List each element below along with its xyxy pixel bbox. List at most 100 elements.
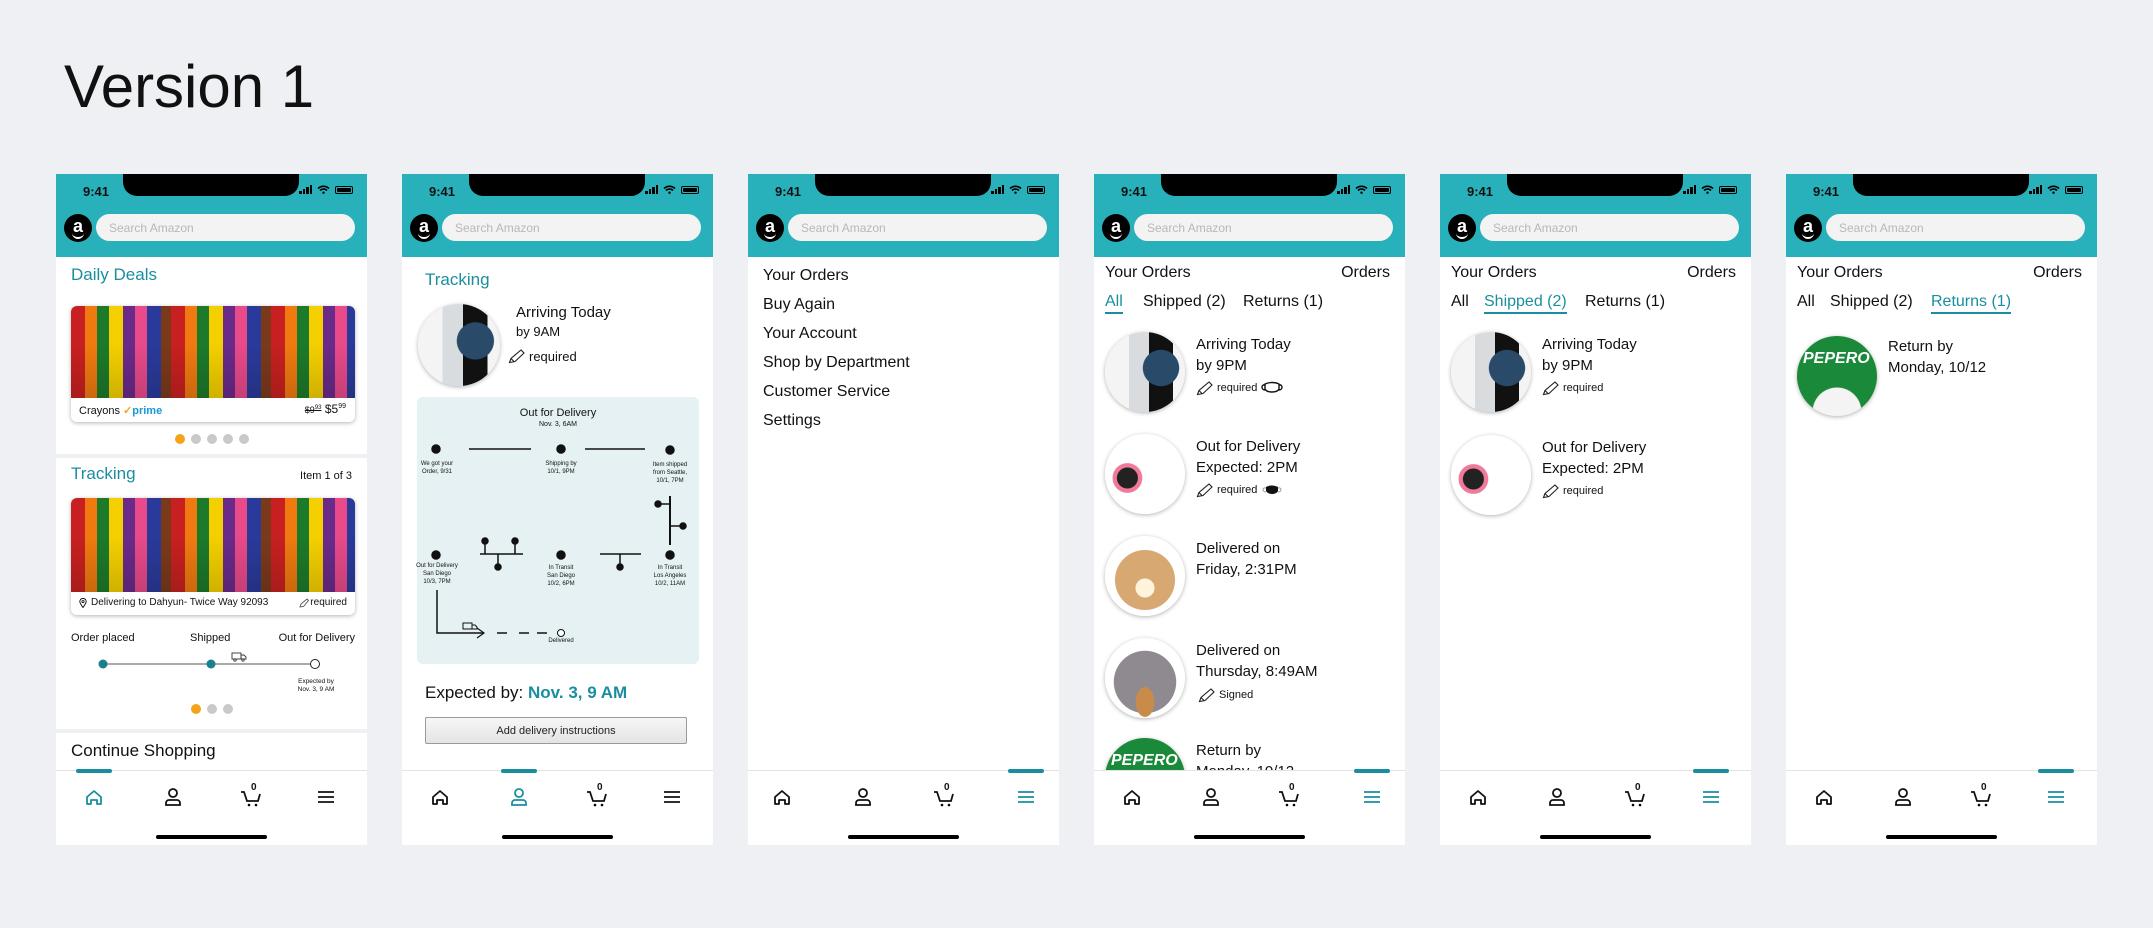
amazon-logo[interactable]: a [1102, 214, 1130, 242]
tab-shipped[interactable]: Shipped (2) [1830, 293, 1913, 311]
nav-home[interactable] [1463, 785, 1493, 809]
nav-menu[interactable] [1357, 785, 1387, 809]
tab-returns[interactable]: Returns (1) [1931, 293, 2012, 314]
status-time: 9:41 [1121, 184, 1148, 199]
search-input[interactable] [788, 214, 1047, 241]
menu-icon [664, 791, 680, 803]
bottom-nav: 0 [748, 769, 1059, 845]
expected-date: Nov. 3, 9 AM [528, 683, 628, 702]
menu-icon [1364, 791, 1380, 803]
search-input[interactable] [1480, 214, 1739, 241]
amazon-logo[interactable]: a [64, 214, 92, 242]
amazon-logo[interactable]: a [1794, 214, 1822, 242]
status-time: 9:41 [1467, 184, 1494, 199]
add-delivery-instructions-button[interactable]: Add delivery instructions [425, 717, 687, 744]
notch [1507, 174, 1683, 196]
tab-returns[interactable]: Returns (1) [1585, 293, 1665, 311]
nav-menu[interactable] [2041, 785, 2071, 809]
daily-deals-title: Daily Deals [71, 265, 157, 284]
nav-cart[interactable]: 0 [1274, 782, 1304, 809]
tracking-carousel-dots[interactable] [190, 704, 233, 714]
order-image [1105, 536, 1185, 616]
notch [123, 174, 299, 196]
tab-all[interactable]: All [1105, 293, 1123, 314]
home-icon [432, 790, 448, 805]
nav-menu[interactable] [1011, 785, 1041, 809]
search-input[interactable] [1134, 214, 1393, 241]
status-icons [1683, 185, 1737, 194]
nav-account[interactable] [504, 785, 534, 809]
tab-shipped[interactable]: Shipped (2) [1143, 293, 1226, 311]
nav-home[interactable] [1117, 785, 1147, 809]
deal-carousel-dots[interactable] [174, 434, 249, 444]
menu-item-shop-by-department[interactable]: Shop by Department [763, 354, 910, 372]
battery-icon [1027, 186, 1045, 194]
deal-card[interactable]: Crayons ✓prime $993 $599 [71, 306, 355, 422]
tab-all[interactable]: All [1797, 293, 1815, 311]
nav-account[interactable] [1888, 785, 1918, 809]
nav-cart[interactable]: 0 [929, 782, 959, 809]
nav-home[interactable] [79, 785, 109, 809]
tab-shipped[interactable]: Shipped (2) [1484, 293, 1567, 314]
orders-link[interactable]: Orders [1687, 264, 1736, 282]
event-label: Out for Delivery San Diego 10/3, 7PM [416, 563, 458, 585]
crayons-image [71, 306, 355, 398]
orders-list[interactable]: Arriving Today by 9PM required Out for De… [1094, 324, 1405, 770]
nav-home[interactable] [425, 785, 455, 809]
tracking-title: Tracking [425, 270, 490, 289]
event-dot [556, 550, 566, 560]
nav-cart[interactable]: 0 [236, 782, 266, 809]
truck-icon [231, 652, 247, 662]
search-input[interactable] [1826, 214, 2085, 241]
nav-menu[interactable] [311, 785, 341, 809]
tracking-card[interactable]: Delivering to Dahyun- Twice Way 92093 re… [71, 498, 355, 615]
app-header: 9:41 a [402, 174, 713, 257]
menu-item-buy-again[interactable]: Buy Again [763, 296, 835, 314]
signal-icon [299, 185, 312, 194]
order-status[interactable]: Delivered on Thursday, 8:49AM [1196, 640, 1317, 682]
order-status[interactable]: Delivered on Friday, 2:31PM [1196, 538, 1297, 580]
nav-cart[interactable]: 0 [1966, 782, 1996, 809]
menu-item-your-account[interactable]: Your Account [763, 325, 857, 343]
phone-orders-returns: 9:41 a Your Orders Orders All Shipped (2… [1786, 174, 2097, 845]
pencil-icon [1198, 688, 1215, 703]
home-icon [1470, 790, 1486, 805]
search-input[interactable] [96, 214, 355, 241]
order-status[interactable]: Arriving Today by 9PM [1542, 334, 1637, 376]
notch [815, 174, 991, 196]
app-header: 9:41 a [748, 174, 1059, 257]
order-status[interactable]: Return byMonday, 10/12 [1888, 336, 1986, 378]
menu-item-your-orders[interactable]: Your Orders [763, 267, 849, 285]
nav-home[interactable] [767, 785, 797, 809]
nav-cart[interactable]: 0 [1620, 782, 1650, 809]
nav-home[interactable] [1809, 785, 1839, 809]
status-icons [991, 185, 1045, 194]
nav-menu[interactable] [1696, 785, 1726, 809]
nav-account[interactable] [158, 785, 188, 809]
nav-account[interactable] [1196, 785, 1226, 809]
menu-item-customer-service[interactable]: Customer Service [763, 383, 890, 401]
tab-returns[interactable]: Returns (1) [1243, 293, 1323, 311]
status-time: 9:41 [83, 184, 110, 199]
pencil-icon [508, 349, 525, 364]
nav-menu[interactable] [657, 785, 687, 809]
orders-link[interactable]: Orders [2033, 264, 2082, 282]
amazon-logo[interactable]: a [756, 214, 784, 242]
amazon-logo[interactable]: a [410, 214, 438, 242]
event-label: Delivered [548, 638, 574, 644]
tab-all[interactable]: All [1451, 293, 1469, 311]
status-time: 9:41 [429, 184, 456, 199]
nav-account[interactable] [1542, 785, 1572, 809]
order-status[interactable]: Arriving Today by 9PM [1196, 334, 1291, 376]
nav-cart[interactable]: 0 [582, 782, 612, 809]
nav-account[interactable] [848, 785, 878, 809]
order-status[interactable]: Return byMonday, 10/12 [1196, 740, 1294, 770]
signal-icon [1683, 185, 1696, 194]
order-status[interactable]: Out for Delivery Expected: 2PM [1542, 437, 1646, 479]
order-status[interactable]: Out for Delivery Expected: 2PM [1196, 436, 1300, 478]
orders-link[interactable]: Orders [1341, 264, 1390, 282]
home-indicator [1886, 835, 1997, 839]
amazon-logo[interactable]: a [1448, 214, 1476, 242]
search-input[interactable] [442, 214, 701, 241]
menu-item-settings[interactable]: Settings [763, 412, 821, 430]
